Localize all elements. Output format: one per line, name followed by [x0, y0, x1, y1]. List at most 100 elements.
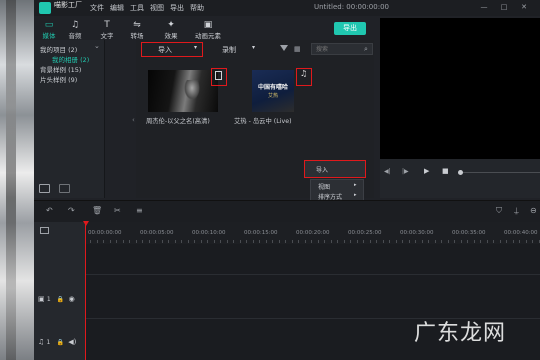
next-frame-button[interactable]: |▶ [402, 168, 409, 175]
adjust-icon[interactable]: ≡ [136, 206, 143, 215]
ruler-tick [174, 240, 176, 243]
ruler-tick [226, 240, 228, 243]
ruler-tick [109, 240, 111, 243]
ruler-tick [467, 240, 468, 243]
media-caption-2: 艾热 - 岛云中 (Live) [234, 118, 292, 125]
ruler-tick [194, 240, 195, 243]
lock-icon[interactable]: 🔒 [57, 296, 64, 303]
ruler-tick [350, 240, 351, 243]
audio-track-header: ♫ 1 🔒 ◀) [38, 338, 76, 346]
sidebar-item-intros[interactable]: 片头样例 (9) [40, 74, 77, 84]
effects-icon: ✦ [167, 20, 175, 30]
ruler-tick [532, 240, 533, 243]
ruler-tick [415, 240, 416, 243]
ruler-tick [155, 240, 156, 243]
ruler-tick [363, 240, 364, 243]
ruler-label: 00:00:35:00 [452, 230, 486, 236]
playhead[interactable] [85, 222, 86, 360]
lock-icon[interactable]: 🔒 [57, 339, 64, 346]
context-view-item[interactable]: 视图 [318, 182, 330, 191]
tab-transition[interactable]: ⇋ 转场 [122, 20, 152, 40]
app-name: 喵影工厂 [54, 1, 82, 9]
sidebar-item-my-album[interactable]: 我的相册 (2) [52, 54, 89, 64]
menu-view[interactable]: 视图 [150, 3, 164, 13]
music-note-icon: ♫ [300, 69, 308, 78]
progress-handle[interactable] [458, 170, 463, 175]
export-button[interactable]: 导出 [334, 22, 366, 35]
tab-elements-label: 动画元素 [195, 32, 221, 40]
cut-icon[interactable]: ✂ [114, 206, 121, 215]
music-track-icon: ♫ [38, 338, 45, 346]
tab-elements[interactable]: ▣ 动画元素 [190, 20, 226, 40]
tab-text[interactable]: T 文字 [92, 20, 122, 40]
import-dropdown[interactable]: 导入 [158, 45, 172, 55]
menu-file[interactable]: 文件 [90, 3, 104, 13]
watermark-text: 广东龙网 [414, 321, 507, 346]
media-caption-1: 周杰伦-以父之名(高清) [146, 118, 210, 125]
ruler-tick [239, 240, 241, 243]
ruler-label: 00:00:40:00 [504, 230, 538, 236]
playhead-marker[interactable] [83, 221, 89, 226]
play-button[interactable]: ▶ [424, 167, 429, 175]
playback-progress[interactable] [460, 172, 540, 173]
media-thumb-audio-1[interactable] [252, 70, 294, 112]
context-import-highlight [304, 160, 366, 178]
undo-icon[interactable]: ↶ [46, 206, 53, 215]
prev-frame-button[interactable]: ◀| [384, 168, 391, 175]
eye-icon[interactable]: ◉ [69, 295, 75, 303]
ruler-tick [200, 240, 202, 243]
sidebar-item-backgrounds[interactable]: 背景样例 (15) [40, 64, 81, 74]
sidebar-item-my-projects[interactable]: 我的项目 (2) [40, 44, 77, 54]
redo-icon[interactable]: ↷ [68, 206, 75, 215]
menu-tools[interactable]: 工具 [130, 3, 144, 13]
delete-icon[interactable]: 🗑 [92, 206, 102, 215]
ruler-tick [181, 240, 182, 243]
video-badge-icon [215, 71, 222, 80]
zoom-icon[interactable]: ⊖ [530, 206, 537, 215]
add-folder-icon[interactable] [39, 184, 50, 193]
text-icon: T [104, 20, 110, 30]
marker-icon[interactable]: ⛉ [496, 206, 502, 216]
ruler-tick [402, 240, 403, 243]
minimize-button[interactable]: — [478, 3, 490, 11]
elements-icon: ▣ [203, 20, 213, 30]
thumb-subtitle-text: 艾热 [267, 93, 278, 99]
title-bar: 喵影工厂 文件 编辑 工具 视图 导出 帮助 Untitled: 00:00:0… [34, 0, 540, 16]
ruler-tick [369, 240, 371, 243]
stop-button[interactable]: ■ [442, 167, 449, 175]
ruler-tick [395, 240, 397, 243]
ruler-tick [324, 240, 325, 243]
menu-edit[interactable]: 编辑 [110, 3, 124, 13]
ruler-tick [343, 240, 345, 243]
ruler-tick [213, 240, 215, 243]
tab-audio[interactable]: ♫ 音频 [60, 20, 90, 40]
menu-help[interactable]: 帮助 [190, 3, 204, 13]
remove-folder-icon[interactable] [59, 184, 70, 193]
thumb-title-text: 中国有嘻哈 [257, 84, 288, 91]
add-track-icon[interactable] [40, 227, 49, 234]
background-photo-strip [0, 0, 34, 360]
filter-icon[interactable] [280, 45, 288, 51]
ruler-tick [161, 240, 163, 243]
chevron-down-icon[interactable]: ⌄ [94, 42, 100, 50]
menu-export[interactable]: 导出 [170, 3, 184, 13]
grid-view-icon[interactable]: ▦ [294, 45, 301, 53]
close-button[interactable]: ✕ [518, 3, 530, 11]
speaker-icon[interactable]: ◀) [68, 338, 76, 346]
ruler-tick [525, 240, 527, 243]
media-thumb-video-1[interactable] [148, 70, 218, 112]
record-chevron-icon[interactable]: ▾ [252, 44, 255, 51]
maximize-button[interactable]: □ [498, 3, 510, 11]
tab-effects[interactable]: ✦ 效果 [156, 20, 186, 40]
ruler-tick [220, 240, 221, 243]
ruler-tick [330, 240, 332, 243]
mic-icon[interactable]: ⍊ [514, 206, 519, 216]
record-dropdown[interactable]: 录制 [222, 45, 236, 55]
import-chevron-icon[interactable]: ▾ [194, 44, 197, 51]
ruler-tick [447, 240, 449, 243]
ruler-tick [519, 240, 520, 243]
ruler-tick [135, 240, 137, 243]
collapse-sidebar-icon[interactable]: ‹ [132, 116, 135, 124]
context-import-item[interactable]: 导入 [316, 165, 328, 174]
ruler-tick [246, 240, 247, 243]
